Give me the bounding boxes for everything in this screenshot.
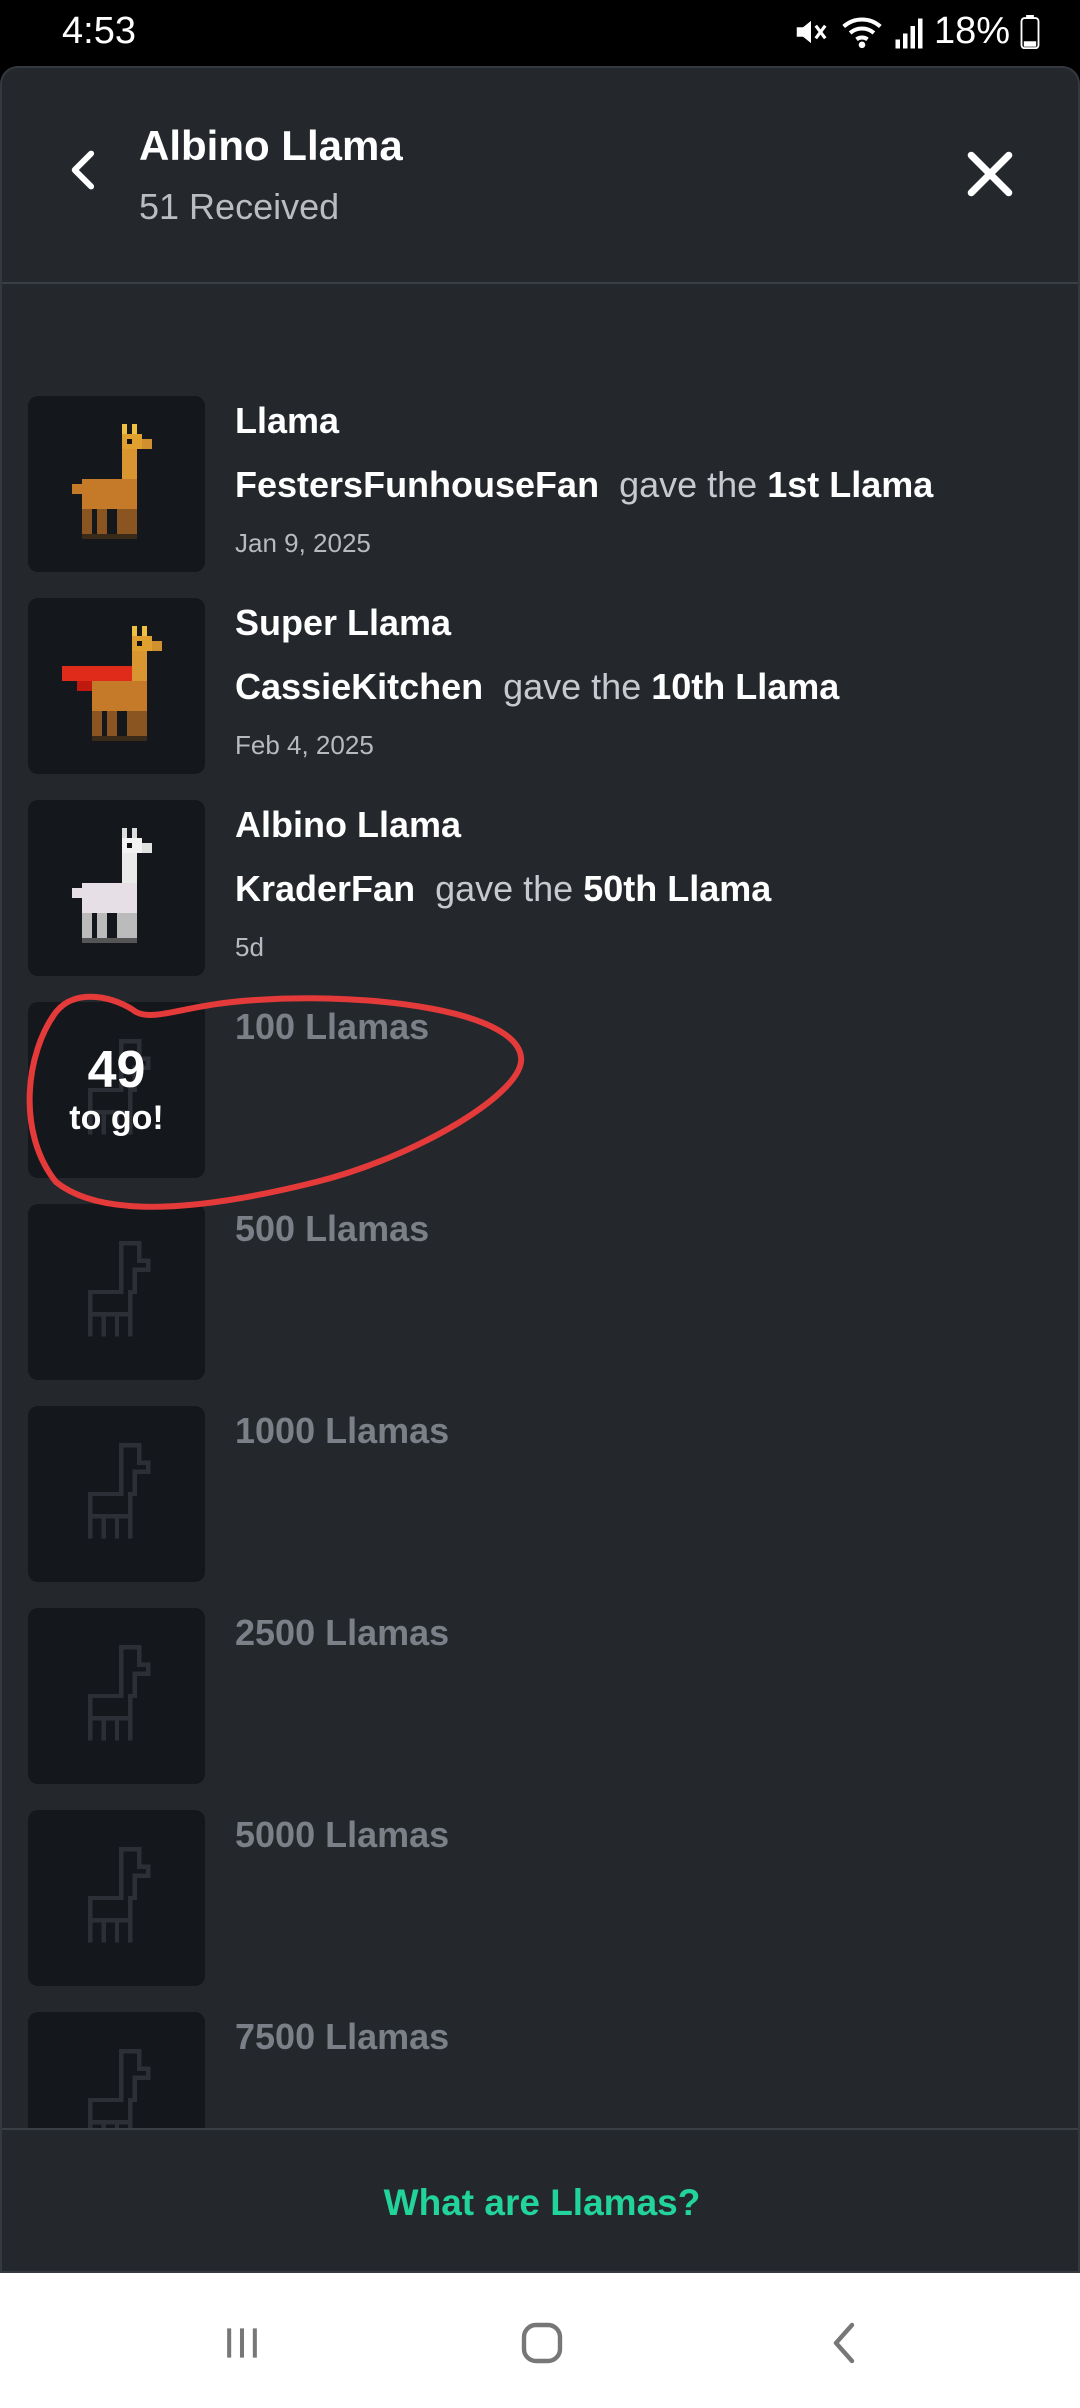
locked-llama-icon <box>87 1442 150 1539</box>
award-date: Jan 9, 2025 <box>235 528 371 558</box>
milestone-title: 1000 Llamas <box>235 1410 450 1451</box>
giver-name[interactable]: CassieKitchen <box>235 666 483 707</box>
mute-icon <box>792 13 830 51</box>
system-back-button[interactable] <box>814 2313 874 2373</box>
close-button[interactable] <box>958 142 1022 206</box>
milestone-row: 1000 Llamas <box>2 1406 1078 1582</box>
page-title: Albino Llama <box>139 122 403 169</box>
system-nav-bar <box>0 2273 1080 2408</box>
back-icon <box>833 2322 855 2364</box>
locked-llama-icon <box>87 1846 150 1943</box>
home-button[interactable] <box>512 2313 572 2373</box>
llama-icon <box>71 424 152 539</box>
giver-name[interactable]: KraderFan <box>235 868 415 909</box>
chevron-left-icon <box>71 150 95 190</box>
status-icons: 18% <box>792 10 1040 53</box>
togo-count: 49 <box>87 1041 146 1099</box>
albino-llama-icon <box>71 828 152 943</box>
milestone-title: 100 Llamas <box>235 1006 430 1047</box>
received-count: 51 Received <box>139 186 340 227</box>
award-row[interactable]: Super Llama CassieKitchen gave the 10th L… <box>2 598 1078 774</box>
battery-label: 18% <box>933 10 1010 52</box>
award-row[interactable]: Llama FestersFunhouseFan gave the 1st Lla… <box>2 396 1078 572</box>
award-row[interactable]: Albino Llama KraderFan gave the 50th Llam… <box>2 800 1078 976</box>
what-are-llamas-link[interactable]: What are Llamas? <box>2 2182 1078 2224</box>
award-ordinal: 10th Llama <box>651 666 840 707</box>
locked-llama-icon <box>87 1644 150 1741</box>
togo-badge: 49 to go! <box>28 1002 205 1178</box>
milestone-thumbnail: 49 to go! <box>28 1002 205 1178</box>
giver-name[interactable]: FestersFunhouseFan <box>235 464 599 505</box>
close-icon <box>967 151 1013 197</box>
home-icon <box>521 2322 563 2364</box>
award-date: Feb 4, 2025 <box>235 730 374 760</box>
award-description: KraderFan gave the 50th Llama <box>235 868 771 910</box>
milestone-thumbnail <box>28 1608 205 1784</box>
milestone-title: 500 Llamas <box>235 1208 430 1249</box>
back-button[interactable] <box>54 142 110 198</box>
milestone-thumbnail <box>28 1810 205 1986</box>
award-thumbnail <box>28 396 205 572</box>
gave-text: gave the <box>435 868 574 909</box>
award-ordinal: 1st Llama <box>767 464 934 505</box>
recent-apps-icon <box>227 2328 257 2358</box>
milestone-row: 49 to go! 100 Llamas <box>2 1002 1078 1178</box>
signal-icon <box>894 15 924 49</box>
sheet-header: Albino Llama 51 Received <box>2 68 1078 284</box>
award-title: Albino Llama <box>235 804 462 845</box>
wifi-icon <box>840 13 884 51</box>
award-thumbnail <box>28 598 205 774</box>
battery-icon <box>1020 14 1040 49</box>
status-bar: 4:53 18% <box>0 0 1080 66</box>
milestone-row: 500 Llamas <box>2 1204 1078 1380</box>
recent-apps-button[interactable] <box>212 2313 272 2373</box>
milestone-row: 5000 Llamas <box>2 1810 1078 1986</box>
super-llama-icon <box>61 626 162 741</box>
milestone-thumbnail <box>28 1204 205 1380</box>
sheet-footer: What are Llamas? <box>2 2128 1078 2271</box>
award-date: 5d <box>235 932 264 962</box>
status-time: 4:53 <box>62 10 136 52</box>
gave-text: gave the <box>619 464 758 505</box>
llama-awards-sheet: Albino Llama 51 Received Llama FestersFu… <box>0 66 1080 2273</box>
award-ordinal: 50th Llama <box>583 868 772 909</box>
milestone-title: 7500 Llamas <box>235 2016 450 2057</box>
award-title: Super Llama <box>235 602 452 643</box>
milestone-title: 5000 Llamas <box>235 1814 450 1855</box>
togo-label: to go! <box>69 1099 164 1137</box>
milestone-row: 2500 Llamas <box>2 1608 1078 1784</box>
milestone-thumbnail <box>28 1406 205 1582</box>
award-title: Llama <box>235 400 340 441</box>
award-description: CassieKitchen gave the 10th Llama <box>235 666 839 708</box>
award-thumbnail <box>28 800 205 976</box>
locked-llama-icon <box>87 1240 150 1337</box>
milestone-title: 2500 Llamas <box>235 1612 450 1653</box>
award-description: FestersFunhouseFan gave the 1st Llama <box>235 464 933 506</box>
gave-text: gave the <box>503 666 642 707</box>
